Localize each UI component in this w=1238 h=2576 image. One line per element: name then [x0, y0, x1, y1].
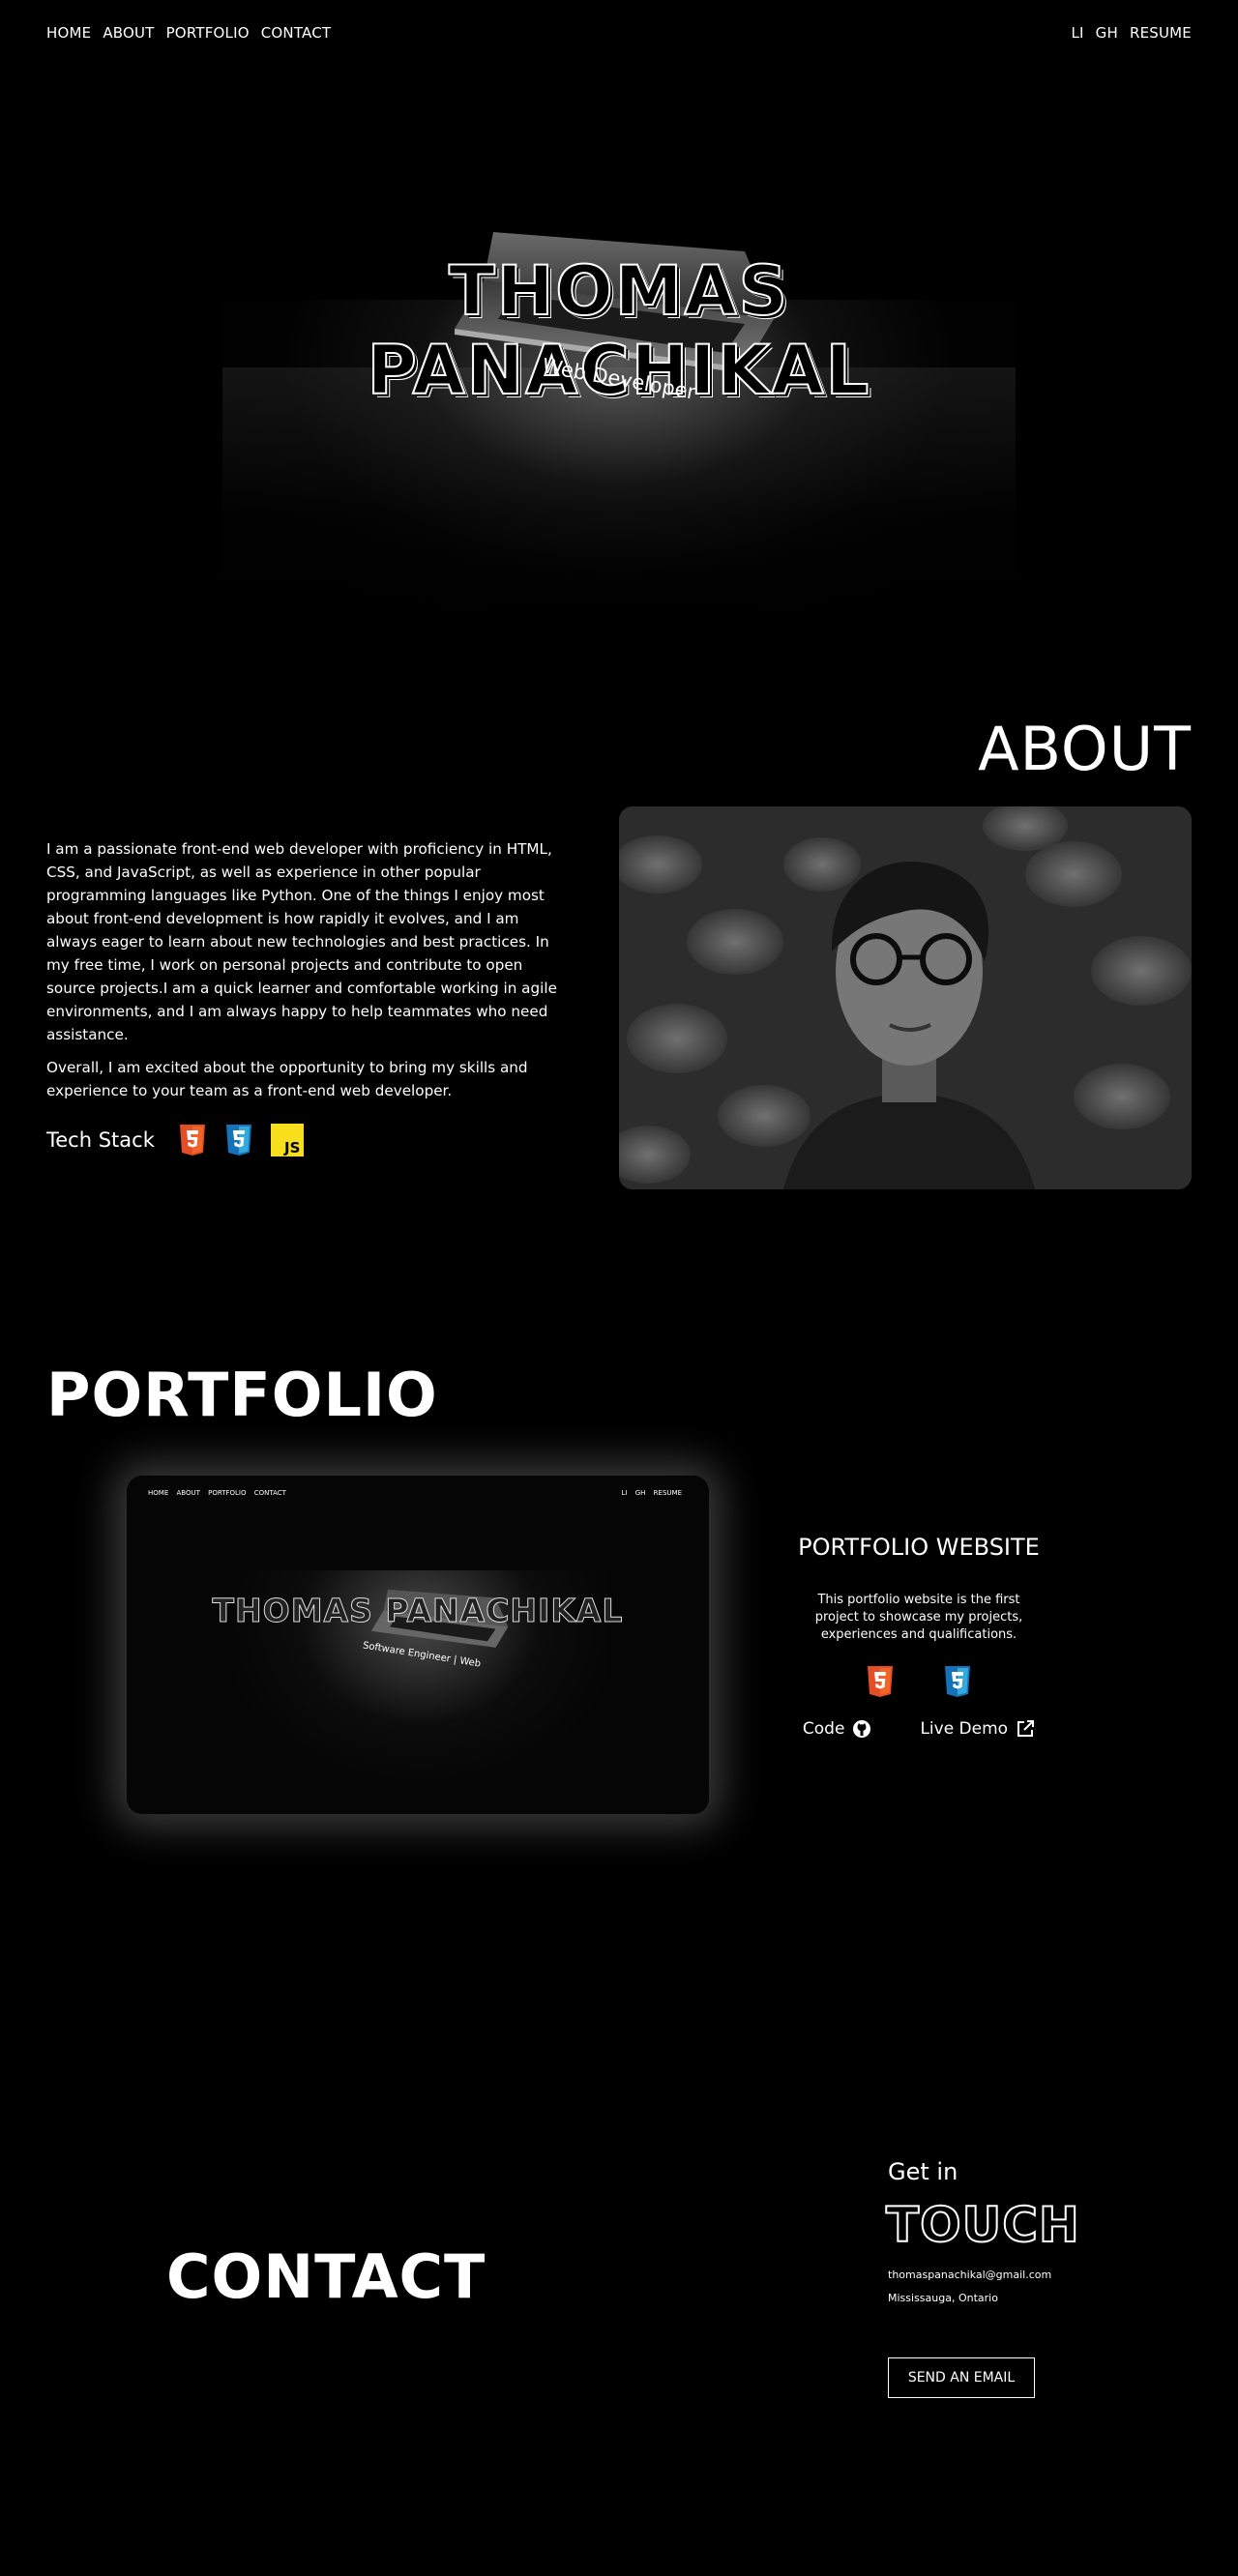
nav-linkedin-link[interactable]: LI [1071, 24, 1083, 42]
screenshot-nav-item: RESUME [653, 1489, 682, 1497]
screenshot-title: THOMAS PANACHIKAL [212, 1592, 624, 1630]
get-in-text: Get in [888, 2158, 958, 2185]
about-paragraph-2: Overall, I am excited about the opportun… [46, 1059, 528, 1099]
nav-home-link[interactable]: HOME [46, 24, 91, 42]
project-screenshot[interactable]: HOME ABOUT PORTFOLIO CONTACT LI GH RESUM… [127, 1476, 709, 1814]
nav-contact-link[interactable]: CONTACT [261, 24, 332, 42]
live-demo-label: Live Demo [920, 1719, 1009, 1739]
contact-location: Mississauga, Ontario [888, 2292, 998, 2304]
project-name: PORTFOLIO WEBSITE [798, 1534, 1040, 1561]
live-demo-link[interactable]: Live Demo [920, 1719, 1035, 1739]
nav-github-link[interactable]: GH [1096, 24, 1118, 42]
portfolio-title: PORTFOLIO [46, 1360, 438, 1430]
project-card: PORTFOLIO WEBSITE This portfolio website… [764, 1534, 1074, 1739]
javascript-icon: JS [270, 1124, 304, 1156]
screenshot-nav-item: ABOUT [176, 1489, 200, 1497]
screenshot-nav-right: LI GH RESUME [622, 1489, 688, 1497]
main-nav: HOME ABOUT PORTFOLIO CONTACT LI GH RESUM… [46, 23, 1192, 43]
screenshot-nav-item: LI [621, 1489, 628, 1497]
about-paragraph-1: I am a passionate front-end web develope… [46, 840, 557, 1043]
screenshot-nav-item: GH [634, 1489, 646, 1497]
send-email-button[interactable]: SEND AN EMAIL [888, 2357, 1035, 2398]
profile-photo-image [619, 806, 1192, 1189]
html5-icon [179, 1125, 205, 1156]
tech-stack: Tech Stack JS [46, 1124, 304, 1156]
github-icon [853, 1720, 871, 1738]
touch-text: TOUCH [885, 2196, 1080, 2254]
contact-title: CONTACT [166, 2241, 486, 2312]
nav-resume-link[interactable]: RESUME [1130, 24, 1192, 42]
nav-left: HOME ABOUT PORTFOLIO CONTACT [46, 24, 331, 42]
css3-icon [225, 1125, 251, 1156]
hero-section: THOMAS PANACHIKAL Web Developer [193, 193, 1045, 609]
svg-text:JS: JS [283, 1139, 300, 1156]
project-links: Code Live Demo [764, 1719, 1074, 1739]
about-title: ABOUT [978, 714, 1192, 784]
screenshot-nav-item: HOME [148, 1489, 169, 1497]
html5-icon [868, 1666, 893, 1697]
screenshot-nav-item: PORTFOLIO [208, 1489, 247, 1497]
contact-email[interactable]: thomaspanachikal@gmail.com [888, 2269, 1051, 2281]
screenshot-nav-left: HOME ABOUT PORTFOLIO CONTACT [148, 1489, 292, 1497]
css3-icon [945, 1666, 970, 1697]
screenshot-nav: HOME ABOUT PORTFOLIO CONTACT LI GH RESUM… [148, 1489, 688, 1497]
external-link-icon [1017, 1720, 1035, 1737]
code-link-label: Code [802, 1719, 845, 1739]
about-text: I am a passionate front-end web develope… [46, 837, 569, 1112]
profile-photo [619, 806, 1192, 1189]
screenshot-nav-item: CONTACT [253, 1489, 286, 1497]
nav-portfolio-link[interactable]: PORTFOLIO [166, 24, 250, 42]
project-tech-icons [764, 1665, 1074, 1698]
project-description: This portfolio website is the first proj… [814, 1593, 1023, 1642]
nav-about-link[interactable]: ABOUT [103, 24, 154, 42]
tech-stack-label: Tech Stack [46, 1128, 155, 1152]
nav-right: LI GH RESUME [1071, 24, 1192, 42]
code-link[interactable]: Code [803, 1719, 872, 1739]
